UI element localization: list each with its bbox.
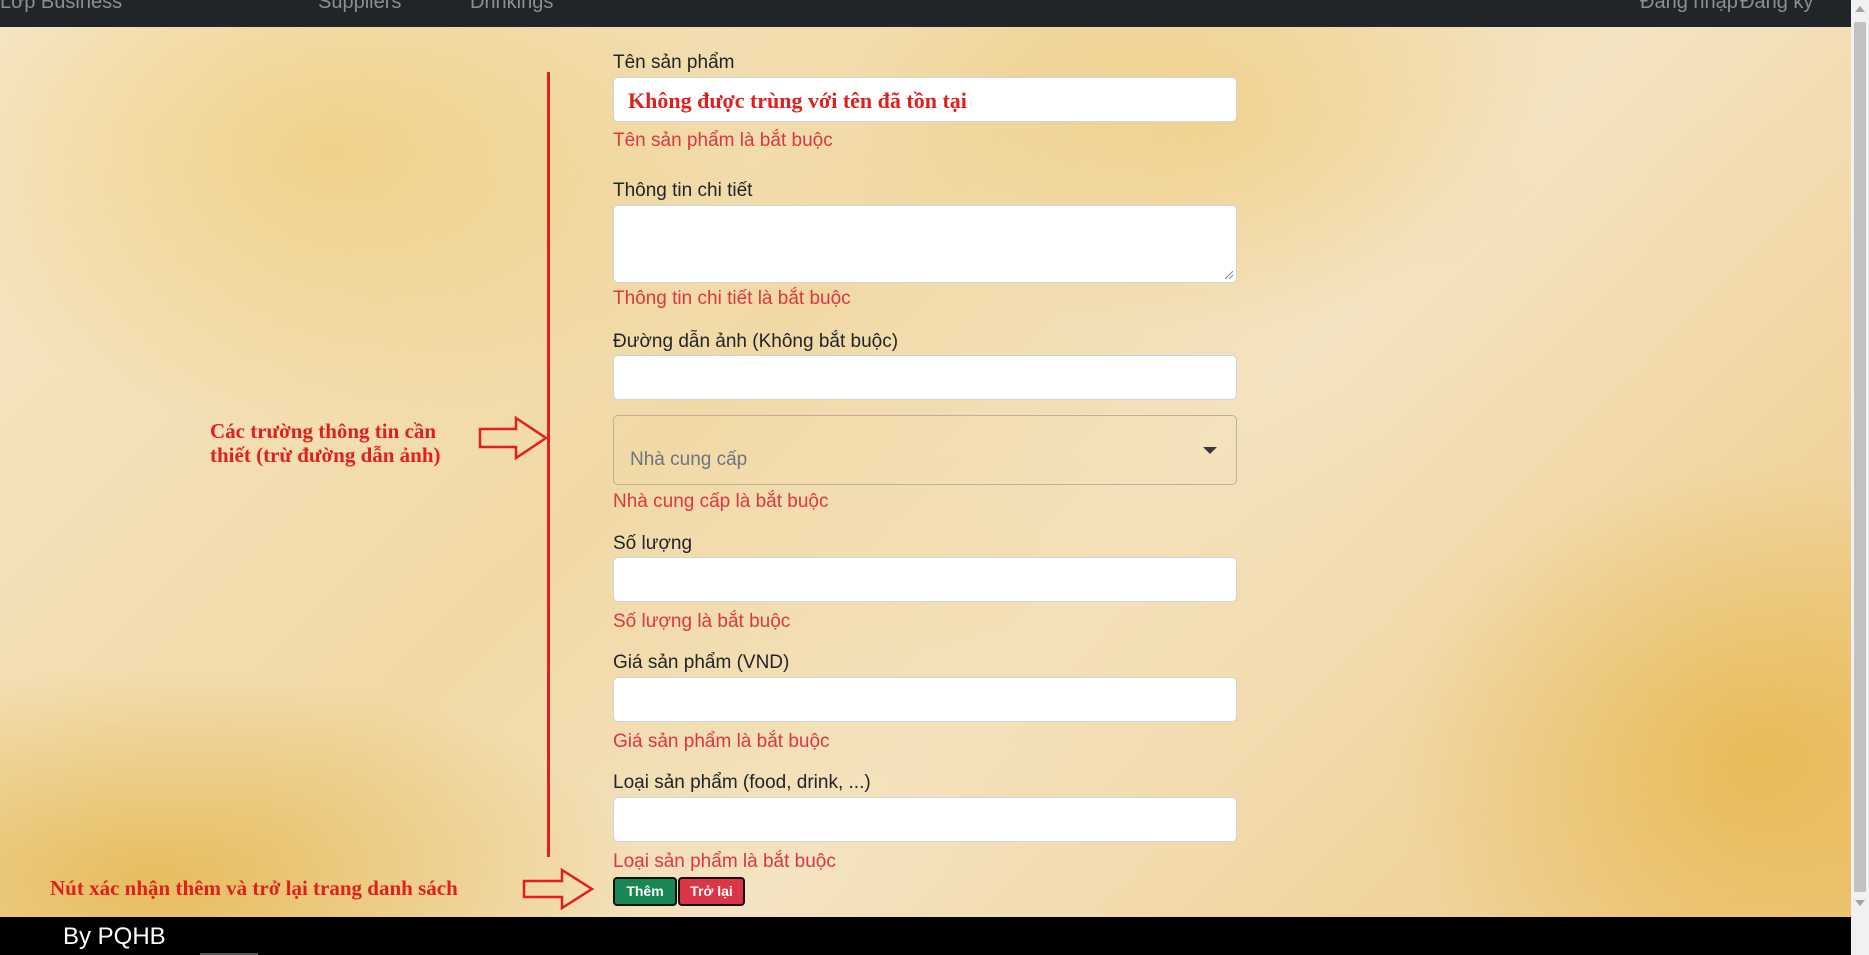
nav-link-login[interactable]: Đăng nhập	[1640, 0, 1738, 14]
arrow-right-icon	[522, 868, 595, 910]
product-detail-error: Thông tin chi tiết là bắt buộc	[613, 288, 851, 309]
page-scrollbar[interactable]	[1851, 0, 1869, 955]
supplier-error: Nhà cung cấp là bắt buộc	[613, 491, 829, 512]
category-error: Loại sản phẩm là bắt buộc	[613, 851, 836, 872]
back-button[interactable]: Trở lại	[678, 877, 745, 906]
quantity-input[interactable]	[613, 557, 1237, 602]
annotation-buttons: Nút xác nhận thêm và trở lại trang danh …	[50, 876, 458, 900]
navbar-brand[interactable]: Lớp Business	[0, 0, 122, 14]
annotation-fields-line1: Các trường thông tin cần	[210, 419, 437, 443]
supplier-select[interactable]: Nhà cung cấp	[613, 415, 1237, 485]
arrow-right-icon	[478, 416, 549, 460]
add-button[interactable]: Thêm	[613, 877, 677, 906]
nav-link-suppliers[interactable]: Suppliers	[318, 0, 401, 14]
scroll-up-icon[interactable]	[1855, 6, 1865, 12]
top-navbar: Lớp Business Suppliers Drinkings Đăng nh…	[0, 0, 1851, 27]
scrollbar-thumb[interactable]	[1854, 22, 1866, 892]
product-name-label: Tên sản phẩm	[613, 52, 735, 73]
nav-link-register[interactable]: Đăng ký	[1740, 0, 1813, 14]
quantity-error: Số lượng là bắt buộc	[613, 611, 791, 632]
product-name-input[interactable]: Không được trùng với tên đã tồn tại	[613, 77, 1237, 122]
annotation-bracket-line	[547, 72, 550, 857]
price-input[interactable]	[613, 677, 1237, 722]
image-url-label: Đường dẫn ảnh (Không bắt buộc)	[613, 331, 899, 352]
product-name-value: Không được trùng với tên đã tồn tại	[628, 88, 967, 113]
quantity-label: Số lượng	[613, 533, 693, 554]
image-url-input[interactable]	[613, 355, 1237, 400]
product-detail-label: Thông tin chi tiết	[613, 180, 753, 201]
category-input[interactable]	[613, 797, 1237, 842]
product-detail-textarea[interactable]	[613, 205, 1237, 283]
footer-brand: By PQHB	[63, 923, 166, 950]
scroll-down-icon[interactable]	[1855, 900, 1865, 906]
chevron-down-icon	[1203, 447, 1217, 454]
nav-link-drinkings[interactable]: Drinkings	[470, 0, 553, 14]
resize-handle-icon[interactable]	[1225, 271, 1233, 279]
price-error: Giá sản phẩm là bắt buộc	[613, 731, 830, 752]
category-label: Loại sản phẩm (food, drink, ...)	[613, 772, 871, 793]
supplier-placeholder: Nhà cung cấp	[630, 449, 748, 470]
footer: By PQHB	[0, 917, 1851, 955]
annotation-fields-line2: thiết (trừ đường dẫn ảnh)	[210, 443, 441, 467]
price-label: Giá sản phẩm (VND)	[613, 652, 790, 673]
product-name-error: Tên sản phẩm là bắt buộc	[613, 130, 833, 151]
